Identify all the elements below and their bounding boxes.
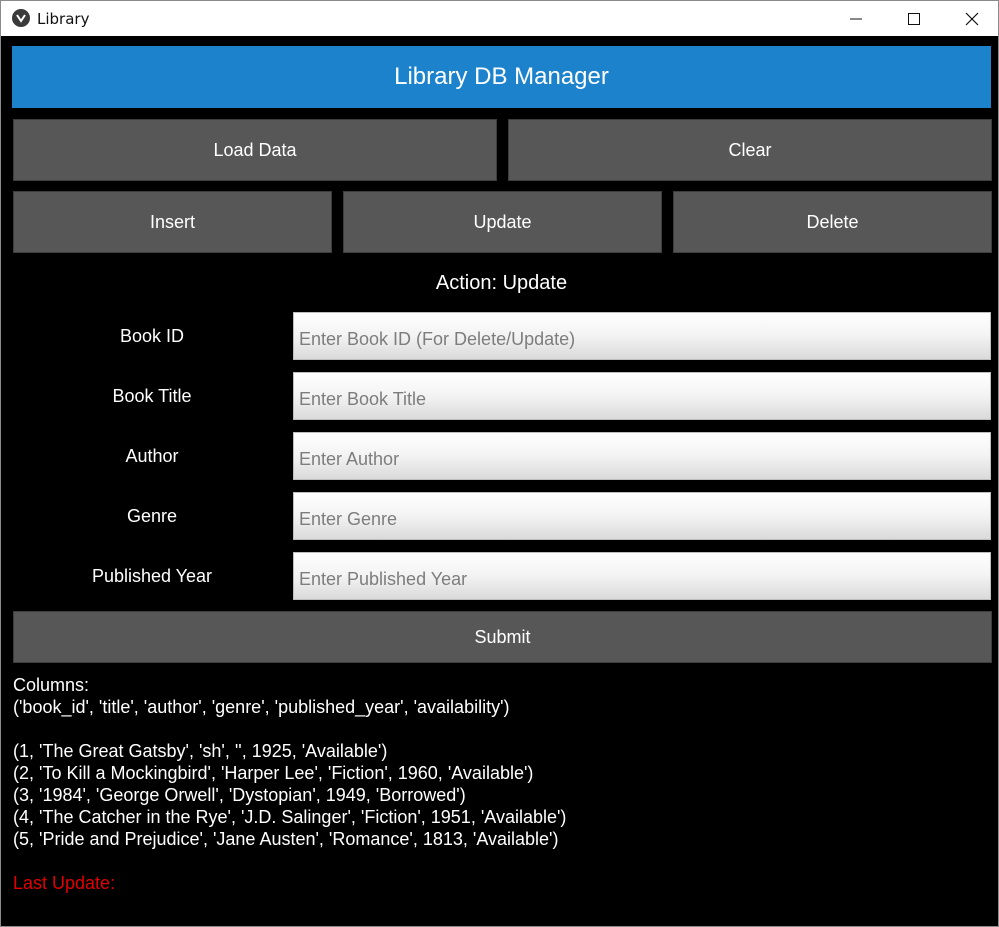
action-status: Action: Update <box>435 272 568 294</box>
kivy-app-icon <box>12 9 30 27</box>
title-bar[interactable]: Library <box>1 1 998 36</box>
genre-label: Genre <box>126 505 178 526</box>
submit-button[interactable]: Submit <box>13 611 992 663</box>
book-id-field[interactable] <box>293 312 991 360</box>
app-window: Library Library DB Manager Load Data Cle… <box>0 0 999 927</box>
record-row: (1, 'The Great Gatsby', 'sh', '', 1925, … <box>13 741 388 761</box>
close-icon <box>965 12 979 25</box>
author-field[interactable] <box>293 432 991 480</box>
book-title-label: Book Title <box>112 385 192 406</box>
update-button[interactable]: Update <box>343 191 662 253</box>
record-row: (3, '1984', 'George Orwell', 'Dystopian'… <box>13 785 466 805</box>
book-id-label: Book ID <box>119 325 185 346</box>
minimize-button[interactable] <box>827 1 885 36</box>
last-update-label: Last Update: <box>13 873 116 893</box>
published-year-field[interactable] <box>293 552 991 600</box>
record-row: (2, 'To Kill a Mockingbird', 'Harper Lee… <box>13 763 534 783</box>
maximize-button[interactable] <box>885 1 943 36</box>
published-year-label: Published Year <box>91 565 213 586</box>
delete-button[interactable]: Delete <box>673 191 992 253</box>
maximize-icon <box>908 12 920 25</box>
book-title-field[interactable] <box>293 372 991 420</box>
output-panel: Columns: ('book_id', 'title', 'author', … <box>13 674 988 894</box>
columns-list: ('book_id', 'title', 'author', 'genre', … <box>13 697 510 717</box>
page-title: Library DB Manager <box>12 46 991 108</box>
app-content: Library DB Manager Load Data Clear Inser… <box>1 36 998 926</box>
insert-button[interactable]: Insert <box>13 191 332 253</box>
window-title: Library <box>37 10 90 28</box>
author-label: Author <box>125 445 179 466</box>
clear-button[interactable]: Clear <box>508 119 992 181</box>
close-button[interactable] <box>943 1 999 36</box>
record-row: (5, 'Pride and Prejudice', 'Jane Austen'… <box>13 829 559 849</box>
record-row: (4, 'The Catcher in the Rye', 'J.D. Sali… <box>13 807 567 827</box>
load-data-button[interactable]: Load Data <box>13 119 497 181</box>
minimize-icon <box>850 18 862 19</box>
columns-heading: Columns: <box>13 675 90 695</box>
genre-field[interactable] <box>293 492 991 540</box>
